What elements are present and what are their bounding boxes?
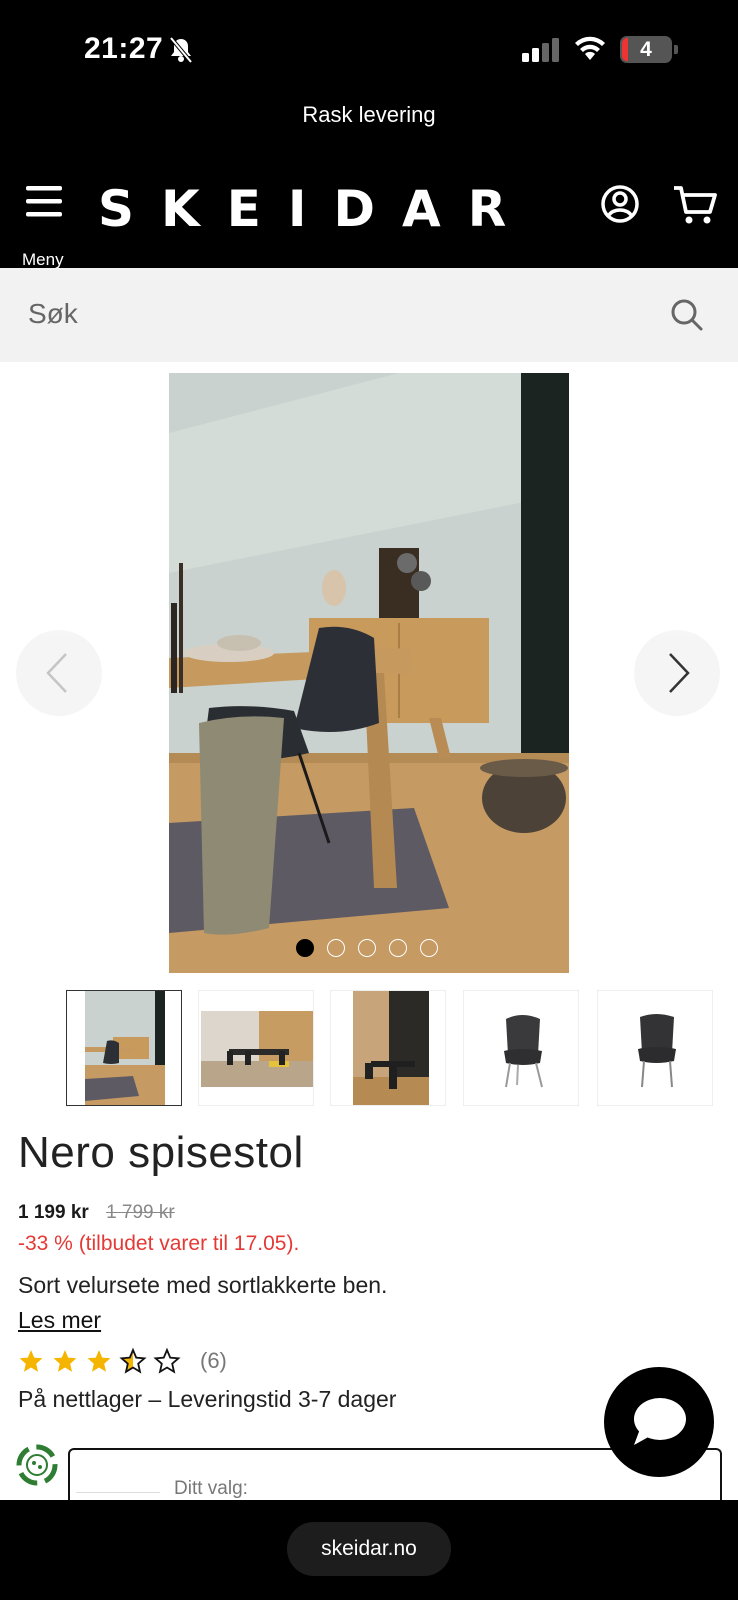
gallery-dot-1[interactable]: [296, 939, 314, 957]
product-gallery: [0, 362, 738, 973]
product-title: Nero spisestol: [18, 1128, 304, 1177]
gallery-dot-5[interactable]: [420, 939, 438, 957]
current-price: 1 199 kr: [18, 1202, 89, 1223]
gallery-dot-3[interactable]: [358, 939, 376, 957]
thumbnail-strip: [0, 990, 738, 1108]
old-price: 1 799 kr: [106, 1202, 175, 1223]
product-description: Sort velursete med sortlakkerte ben.: [18, 1272, 388, 1298]
rating-stars: [19, 1349, 180, 1373]
wifi-icon: [575, 36, 605, 60]
search-icon[interactable]: [670, 298, 704, 332]
stock-status: På nettlager – Leveringstid 3-7 dager: [18, 1386, 397, 1412]
thumbnail-1[interactable]: [66, 990, 182, 1106]
account-icon[interactable]: [600, 184, 640, 224]
battery-level: 4: [640, 38, 652, 61]
skeidar-logo[interactable]: SKEIDAR: [98, 180, 533, 238]
site-header: Meny SKEIDAR: [0, 162, 738, 269]
divider: [76, 1492, 160, 1493]
thumbnail-3[interactable]: [330, 990, 446, 1106]
battery-icon: 4: [620, 36, 678, 63]
thumbnail-5[interactable]: [597, 990, 713, 1106]
signal-icon: [522, 38, 559, 62]
status-bar: 21:27 4: [0, 0, 738, 100]
next-image-button[interactable]: [634, 630, 720, 716]
cart-icon[interactable]: [672, 184, 718, 226]
browser-bar: skeidar.no: [0, 1500, 738, 1600]
previous-image-button[interactable]: [16, 630, 102, 716]
gallery-dots: [296, 939, 438, 957]
url-bar[interactable]: skeidar.no: [287, 1522, 451, 1576]
thumbnail-2[interactable]: [198, 990, 314, 1106]
search-input[interactable]: [28, 292, 628, 336]
gallery-dot-2[interactable]: [327, 939, 345, 957]
search-bar: [0, 268, 738, 362]
product-rating[interactable]: (6): [18, 1346, 227, 1376]
choice-label: Ditt valg:: [174, 1478, 248, 1499]
thumbnail-4[interactable]: [463, 990, 579, 1106]
menu-button[interactable]: Meny: [20, 184, 70, 269]
product-image[interactable]: [169, 373, 569, 973]
bell-muted-icon: [169, 36, 193, 64]
price-row: 1 199 kr 1 799 kr: [18, 1202, 175, 1224]
eco-badge-icon[interactable]: [12, 1440, 62, 1490]
menu-label: Meny: [22, 250, 64, 269]
review-count[interactable]: (6): [200, 1348, 227, 1374]
status-time: 21:27: [84, 32, 164, 65]
chevron-left-icon: [46, 653, 67, 693]
gallery-dot-4[interactable]: [389, 939, 407, 957]
read-more-link[interactable]: Les mer: [18, 1307, 101, 1334]
chat-button[interactable]: [604, 1367, 714, 1477]
chat-bubble-icon: [634, 1398, 686, 1445]
promo-banner: Rask levering: [0, 100, 738, 162]
promo-text: Rask levering: [302, 102, 436, 127]
discount-text: -33 % (tilbudet varer til 17.05).: [18, 1232, 300, 1255]
hamburger-icon: [26, 186, 62, 217]
chevron-right-icon: [669, 653, 690, 693]
